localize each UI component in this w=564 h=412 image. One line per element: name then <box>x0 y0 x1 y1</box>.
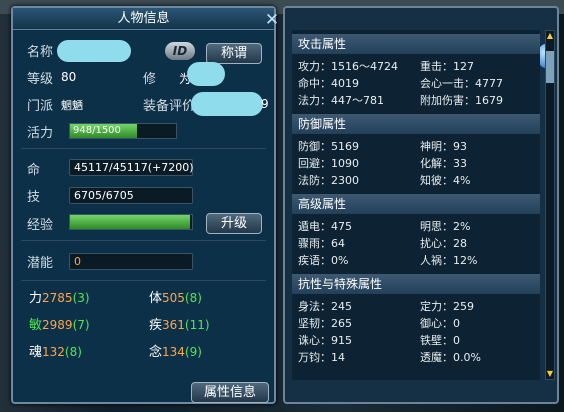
divider <box>21 280 266 281</box>
potential-label: 潜能 <box>27 256 54 271</box>
divider <box>21 148 266 149</box>
close-icon[interactable]: ✕ <box>263 11 281 29</box>
attr-item: 攻力：1516～4724 <box>298 60 398 73</box>
attr-item: 重击：127 <box>420 60 474 73</box>
exp-bar <box>69 214 193 230</box>
attr-item: 防御：5169 <box>298 140 359 153</box>
attr-item: 化解：33 <box>420 157 467 170</box>
stat-name: 魂 <box>29 345 43 360</box>
stat-strength: 力2785(3) <box>29 287 90 306</box>
stat-name: 念 <box>149 345 163 360</box>
exp-fill <box>70 215 190 229</box>
divider <box>21 240 266 241</box>
sect-value: 魍魉 <box>61 99 83 112</box>
stat-add: (3) <box>72 291 90 305</box>
section-advanced: 高级属性 <box>292 194 540 214</box>
attr-item: 明思：2% <box>420 220 471 233</box>
attr-item: 疾语：0% <box>298 254 349 267</box>
scroll-down-arrow-icon[interactable]: ▼ <box>546 370 554 378</box>
level-label: 等级 <box>27 72 54 87</box>
attr-item: 命中：4019 <box>298 77 359 90</box>
stat-add: (7) <box>72 318 90 332</box>
stat-mind: 念134(9) <box>149 341 202 360</box>
stat-name: 力 <box>29 291 43 306</box>
character-info-panel: 人物信息 ✕ 名称 ID 称谓 等级 80 修 为 门派 魍魉 装备评价 9 活… <box>11 6 279 404</box>
stat-add: (9) <box>184 345 202 359</box>
hp-value: 45117/45117(+7200) <box>69 159 194 176</box>
stat-add: (8) <box>64 345 82 359</box>
stat-value: 2785 <box>42 291 73 305</box>
attr-item: 附加伤害：1679 <box>420 94 503 107</box>
section-resist: 抗性与特殊属性 <box>292 274 540 294</box>
stat-name: 疾 <box>149 318 163 333</box>
sect-label: 门派 <box>27 99 54 114</box>
section-attack: 攻击属性 <box>292 34 540 54</box>
section-defense: 防御属性 <box>292 114 540 134</box>
attr-item: 诛心：915 <box>298 334 352 347</box>
gear-score-tail: 9 <box>261 97 269 111</box>
attr-item: 法力：447～781 <box>298 94 384 107</box>
stat-soul: 魂132(8) <box>29 341 82 360</box>
stat-add: (8) <box>184 291 202 305</box>
stat-value: 505 <box>162 291 185 305</box>
attr-item: 坚韧：265 <box>298 317 352 330</box>
upgrade-button[interactable]: 升级 <box>206 213 262 234</box>
attr-item: 神明：93 <box>420 140 467 153</box>
stat-value: 361 <box>162 318 185 332</box>
panel-title: 人物信息 <box>13 8 274 30</box>
exp-label: 经验 <box>27 218 54 233</box>
attr-item: 遁电：475 <box>298 220 352 233</box>
scroll-thumb[interactable] <box>546 51 554 83</box>
attribute-panel: 攻击属性 攻力：1516～4724 重击：127 命中：4019 会心一击：47… <box>283 6 559 404</box>
stat-name: 敏 <box>29 318 43 333</box>
mp-value: 6705/6705 <box>69 187 193 204</box>
mp-label: 技 <box>27 190 41 205</box>
level-value: 80 <box>61 70 77 84</box>
attr-item: 知彼：4% <box>420 174 471 187</box>
stat-speed: 疾361(11) <box>149 314 210 333</box>
potential-value: 0 <box>69 253 193 270</box>
attribute-info-button[interactable]: 属性信息 <box>191 382 269 403</box>
stat-agility: 敏2989(7) <box>29 314 90 333</box>
attr-item: 身法：245 <box>298 300 352 313</box>
stat-value: 132 <box>42 345 65 359</box>
gear-redaction <box>191 92 263 116</box>
vitality-label: 活力 <box>27 126 54 141</box>
attr-item: 定力：259 <box>420 300 474 313</box>
attr-item: 会心一击：4777 <box>420 77 503 90</box>
attr-item: 万钧：14 <box>298 351 345 364</box>
stat-value: 2989 <box>42 318 73 332</box>
attr-item: 骤雨：64 <box>298 237 345 250</box>
attr-item: 回避：1090 <box>298 157 359 170</box>
gear-score-label: 装备评价 <box>143 99 196 114</box>
attr-item: 御心：0 <box>420 317 460 330</box>
name-redaction <box>57 40 131 62</box>
scrollbar[interactable]: ▲ ▼ <box>545 30 555 380</box>
hp-label: 命 <box>27 163 41 178</box>
cultivation-label: 修 <box>143 72 157 87</box>
stat-add: (11) <box>184 318 210 332</box>
cultivation-redaction <box>187 62 225 86</box>
attr-item: 扰心：28 <box>420 237 467 250</box>
scroll-up-arrow-icon[interactable]: ▲ <box>546 32 554 40</box>
attribute-list[interactable]: 攻击属性 攻力：1516～4724 重击：127 命中：4019 会心一击：47… <box>292 30 540 380</box>
vitality-text: 948/1500 <box>73 125 121 136</box>
attr-item: 铁壁：0 <box>420 334 460 347</box>
stat-physique: 体505(8) <box>149 287 202 306</box>
vitality-bar: 948/1500 <box>69 123 177 139</box>
attr-item: 透魔：0.0% <box>420 351 481 364</box>
attr-item: 法防：2300 <box>298 174 359 187</box>
title-button[interactable]: 称谓 <box>206 43 262 64</box>
stat-value: 134 <box>162 345 185 359</box>
name-label: 名称 <box>27 45 54 60</box>
stat-name: 体 <box>149 291 163 306</box>
attr-item: 人祸：12% <box>420 254 478 267</box>
id-badge[interactable]: ID <box>165 42 195 60</box>
